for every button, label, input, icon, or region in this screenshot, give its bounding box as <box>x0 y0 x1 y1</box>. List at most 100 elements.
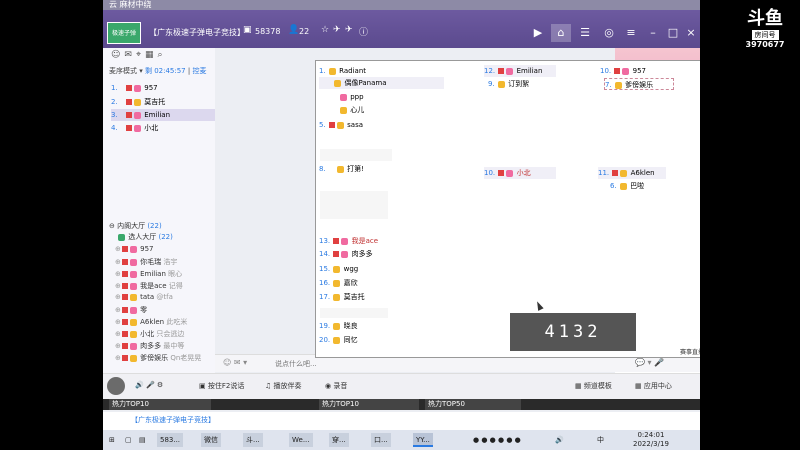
mode-time: 剩 02:45:57 <box>144 67 186 75</box>
seat-row[interactable]: ppp <box>319 91 364 103</box>
close-window-icon[interactable]: × <box>681 24 700 42</box>
title-bar: 极速子弹 【广东极速子弹电子竞技】 ▣ 58378 👤 22 ☆ ✈ ✈ ⓘ ▶… <box>103 10 700 48</box>
member-row[interactable]: ⊕ 你毛瑞 浩宇 <box>115 257 177 267</box>
push-to-talk-button[interactable]: ▣ 按住F2说话 <box>199 381 244 391</box>
member-row[interactable]: ⊕ tata @tfa <box>115 293 173 301</box>
star-icon[interactable]: ☆ <box>321 25 329 35</box>
home-icon[interactable]: ⌂ <box>551 24 571 42</box>
watermark: 赛事直播 <box>680 349 700 356</box>
tray-icons[interactable]: ● ● ● ● ● ● <box>473 433 521 447</box>
mic-icon[interactable]: 🔊 🎤 ⚙ <box>135 381 163 389</box>
record-button[interactable]: ◉ 录音 <box>325 381 347 391</box>
mode-extra[interactable]: 控麦 <box>192 67 206 75</box>
taskbar: ⊞ ▢ ▤ 583... 微信 斗... We... 穿... 口... YY.… <box>103 430 700 450</box>
chat-input[interactable] <box>275 357 505 371</box>
channel-template-button[interactable]: ▦ 频道模板 <box>575 381 612 391</box>
message-tool-icon[interactable]: ✉ <box>124 50 136 60</box>
seat-row[interactable]: 13. 我是ace <box>319 235 378 247</box>
seat-row[interactable]: 15. wgg <box>319 263 358 275</box>
play-music-button[interactable]: ♫ 播放伴奏 <box>265 381 302 391</box>
tree-section-select[interactable]: 选人大厅 (22) <box>117 232 173 242</box>
seat-row[interactable]: 12. Emilian <box>484 65 556 77</box>
app-center-button[interactable]: ▦ 应用中心 <box>635 381 672 391</box>
seat-row[interactable]: 19. 晓良 <box>319 320 358 332</box>
ime-lang[interactable]: 中 <box>597 433 604 447</box>
taskbar-app[interactable]: 口... <box>371 433 391 447</box>
room-number: 3970677 <box>745 40 785 49</box>
seat-row[interactable]: 5. sasa <box>319 119 363 131</box>
taskbar-app[interactable]: 微信 <box>201 433 221 447</box>
clock-time: 0:24:01 <box>637 431 665 439</box>
taskbar-app[interactable]: We... <box>289 433 313 447</box>
channel-title[interactable]: 【广东极速子弹电子竞技】 <box>149 27 245 38</box>
chat-tools-icon[interactable]: 💬 ▾ 🎤 <box>635 358 664 367</box>
seat-row[interactable]: 1. Radiant <box>319 65 444 77</box>
member-row[interactable]: ⊕ 957 <box>115 245 153 253</box>
seat-row[interactable]: 16. 嘉欣 <box>319 277 358 289</box>
grid-tool-icon[interactable]: ▦ <box>145 50 158 60</box>
seat-row[interactable]: 14. 肉多多 <box>319 248 373 260</box>
seat-row[interactable]: 10. 小北 <box>484 167 556 179</box>
member-row[interactable]: ⊕ 爹傍娱乐 Qn老晃晃 <box>115 353 201 363</box>
member-row[interactable]: ⊕ 小北 只会逃边 <box>115 329 184 339</box>
volume-icon[interactable]: 🔊 <box>555 433 564 447</box>
seat-row[interactable]: 10. 957 <box>600 65 666 77</box>
menu-icon[interactable]: ≡ <box>621 24 641 42</box>
seat-row[interactable]: 6. 巴啦 <box>610 180 644 192</box>
empty-seat <box>320 308 388 318</box>
seat-row[interactable]: 8. 打第! <box>319 163 364 175</box>
member-row[interactable]: ⊕ Emilian 眼心 <box>115 269 182 279</box>
app-window: 云 麻材中绕 极速子弹 【广东极速子弹电子竞技】 ▣ 58378 👤 22 ☆ … <box>103 0 700 430</box>
member-row[interactable]: ⊕ 我是ace 记得 <box>115 281 183 291</box>
seat-row[interactable]: 17. 莫吉托 <box>319 291 365 303</box>
seat-row[interactable]: 11. A6klen <box>598 167 666 179</box>
list-icon[interactable]: ☰ <box>575 24 595 42</box>
thumbnail[interactable]: 热力TOP10 <box>319 399 419 410</box>
channel-logo[interactable]: 极速子弹 <box>107 22 141 44</box>
left-panel: ☺✉⌖▦⌕ 麦序模式 ▾ 剩 02:45:57 | 控麦 1. 957 2. 莫… <box>103 48 215 373</box>
thumbnail[interactable]: 热力TOP10 <box>109 399 211 410</box>
avatar[interactable] <box>107 377 125 395</box>
user-tool-icon[interactable]: ☺ <box>111 50 124 60</box>
start-icon[interactable]: ⊞ <box>109 433 115 447</box>
seat-row[interactable]: 心儿 <box>319 104 364 116</box>
taskbar-app[interactable]: 穿... <box>329 433 349 447</box>
seat-row[interactable]: 20. 同忆 <box>319 334 358 346</box>
tree-section-hall[interactable]: ⊖ 内阁大厅 (22) <box>109 221 162 231</box>
plane-icon[interactable]: ✈ <box>345 25 353 35</box>
info-icon[interactable]: ⓘ <box>359 25 368 38</box>
user-icon: 👤 <box>288 25 300 35</box>
member-row[interactable]: ⊕ 肉多多 最中等 <box>115 341 184 351</box>
douyu-logo: 斗鱼 <box>747 8 783 29</box>
clock[interactable]: 0:24:01 2022/3/19 <box>633 431 669 449</box>
task-view-icon[interactable]: ▢ <box>125 433 132 447</box>
emoji-icon[interactable]: ☺ ✉ ▾ <box>223 358 247 367</box>
taskbar-app[interactable]: YY... <box>413 433 433 447</box>
seat-row[interactable]: 7. 爹傍娱乐 <box>604 78 674 90</box>
toolbar-icons[interactable]: ☺✉⌖▦⌕ <box>111 50 167 60</box>
taskbar-app[interactable]: 583... <box>157 433 184 447</box>
queue-item[interactable]: 1. 957 <box>111 82 158 94</box>
mouse-cursor-icon <box>534 300 544 311</box>
thumbnail[interactable]: 热力TOP50 <box>425 399 521 410</box>
queue-item[interactable]: 2. 莫吉托 <box>111 96 165 108</box>
queue-item[interactable]: 4. 小北 <box>111 122 158 134</box>
mode-line: 麦序模式 ▾ 剩 02:45:57 | 控麦 <box>109 67 207 75</box>
location-tool-icon[interactable]: ⌖ <box>136 50 145 60</box>
member-row[interactable]: ⊕ 零 <box>115 305 147 315</box>
clock-date: 2022/3/19 <box>633 440 669 448</box>
empty-seat <box>320 149 392 161</box>
maximize-icon[interactable]: □ <box>663 24 683 42</box>
taskbar-app[interactable]: 斗... <box>243 433 263 447</box>
search-tool-icon[interactable]: ⌕ <box>158 50 167 60</box>
member-row[interactable]: ⊕ A6klen 此吃米 <box>115 317 187 327</box>
minimize-icon[interactable]: – <box>643 24 663 42</box>
folder-icon[interactable]: ▤ <box>139 433 146 447</box>
douyu-watermark: 斗鱼 房间号 3970677 <box>740 8 790 49</box>
seat-row[interactable]: 9. 订到絮 <box>488 78 529 90</box>
share-icon[interactable]: ✈ <box>333 25 341 35</box>
queue-item[interactable]: 3. Emilian <box>111 109 215 121</box>
seat-row[interactable]: 偶像Panama <box>319 77 444 89</box>
video-icon[interactable]: ▶ <box>528 24 548 42</box>
game-icon[interactable]: ◎ <box>599 24 619 42</box>
